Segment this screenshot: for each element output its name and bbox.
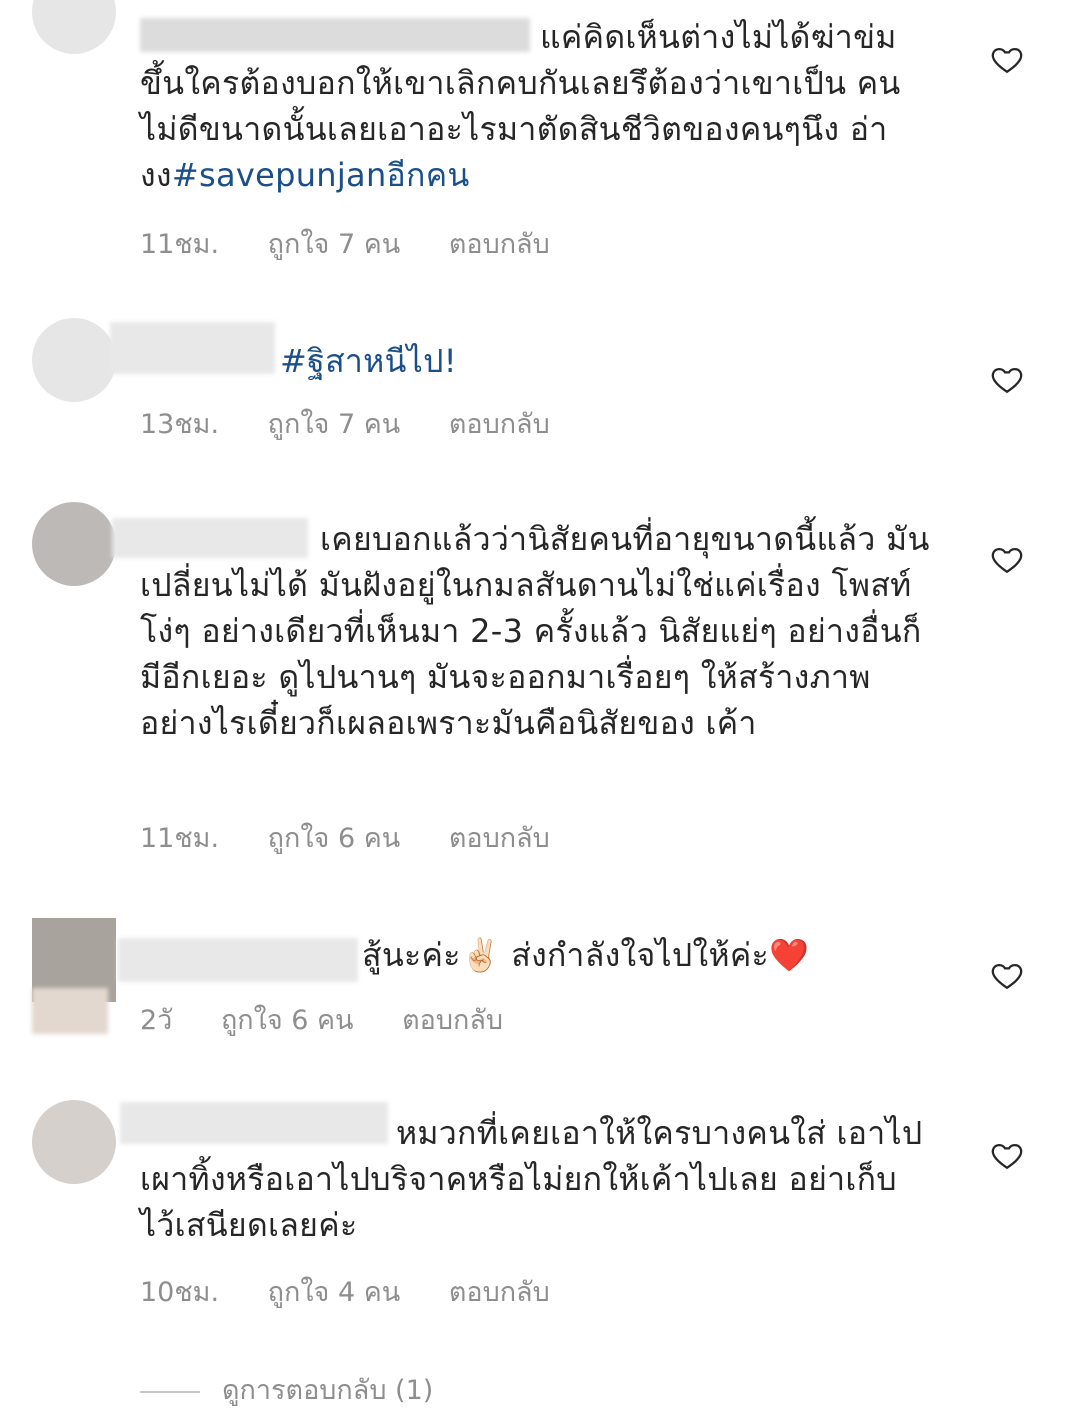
redacted-username	[118, 938, 358, 982]
comment-meta: 13ชม. ถูกใจ 7 คน ตอบกลับ	[140, 402, 590, 445]
heart-outline-icon[interactable]	[990, 362, 1024, 396]
heart-outline-icon[interactable]	[990, 542, 1024, 576]
reply-button[interactable]: ตอบกลับ	[449, 229, 550, 260]
comment-body: สู้นะค่ะ✌🏻 ส่งกำลังใจไปให้ค่ะ❤️	[362, 936, 810, 974]
comment-text: เคยบอกแล้วว่านิสัยคนที่อายุขนาดนี้แล้ว ม…	[140, 516, 930, 746]
comment-time: 13ชม.	[140, 409, 220, 440]
reply-button[interactable]: ตอบกลับ	[449, 823, 550, 854]
avatar[interactable]	[32, 0, 116, 54]
comment-meta: 11ชม. ถูกใจ 6 คน ตอบกลับ	[140, 816, 590, 859]
comment-time: 11ชม.	[140, 229, 220, 260]
comment-meta: 11ชม. ถูกใจ 7 คน ตอบกลับ	[140, 222, 590, 265]
like-count[interactable]: ถูกใจ 6 คน	[268, 823, 401, 854]
comment-text: แค่คิดเห็นต่างไม่ได้ฆ่าข่ม ขึ้นใครต้องบอ…	[140, 14, 930, 198]
avatar[interactable]	[32, 1100, 116, 1184]
comment-text: หมวกที่เคยเอาให้ใครบางคนใส่ เอาไปเผาทิ้ง…	[140, 1110, 930, 1248]
comment-text: #ฐิสาหนีไป!	[280, 338, 1070, 384]
view-replies-button[interactable]: ดูการตอบกลับ (1)	[140, 1368, 433, 1411]
hashtag-link[interactable]: #savepunjanอีกคน	[172, 156, 470, 194]
like-count[interactable]: ถูกใจ 6 คน	[221, 1005, 354, 1036]
reply-button[interactable]: ตอบกลับ	[402, 1005, 503, 1036]
heart-outline-icon[interactable]	[990, 958, 1024, 992]
comment-text: สู้นะค่ะ✌🏻 ส่งกำลังใจไปให้ค่ะ❤️	[362, 932, 902, 978]
comment-time: 10ชม.	[140, 1277, 220, 1308]
avatar[interactable]	[32, 318, 116, 402]
view-replies-label: ดูการตอบกลับ (1)	[222, 1375, 434, 1406]
comment-meta: 10ชม. ถูกใจ 4 คน ตอบกลับ	[140, 1270, 590, 1313]
divider-line	[140, 1390, 200, 1393]
reply-button[interactable]: ตอบกลับ	[449, 1277, 550, 1308]
redacted-username	[110, 322, 275, 374]
heart-outline-icon[interactable]	[990, 42, 1024, 76]
comment-time: 11ชม.	[140, 823, 220, 854]
comment-body: เคยบอกแล้วว่านิสัยคนที่อายุขนาดนี้แล้ว ม…	[140, 520, 930, 742]
reply-button[interactable]: ตอบกลับ	[449, 409, 550, 440]
like-count[interactable]: ถูกใจ 4 คน	[268, 1277, 401, 1308]
avatar-lower-patch	[32, 988, 108, 1034]
comment-body: หมวกที่เคยเอาให้ใครบางคนใส่ เอาไปเผาทิ้ง…	[140, 1114, 923, 1244]
hashtag-link[interactable]: #ฐิสาหนีไป!	[280, 342, 457, 380]
like-count[interactable]: ถูกใจ 7 คน	[268, 409, 401, 440]
avatar[interactable]	[32, 502, 116, 586]
comment-meta: 2วั ถูกใจ 6 คน ตอบกลับ	[140, 998, 543, 1041]
like-count[interactable]: ถูกใจ 7 คน	[268, 229, 401, 260]
heart-outline-icon[interactable]	[990, 1138, 1024, 1172]
comment-time: 2วั	[140, 1005, 173, 1036]
